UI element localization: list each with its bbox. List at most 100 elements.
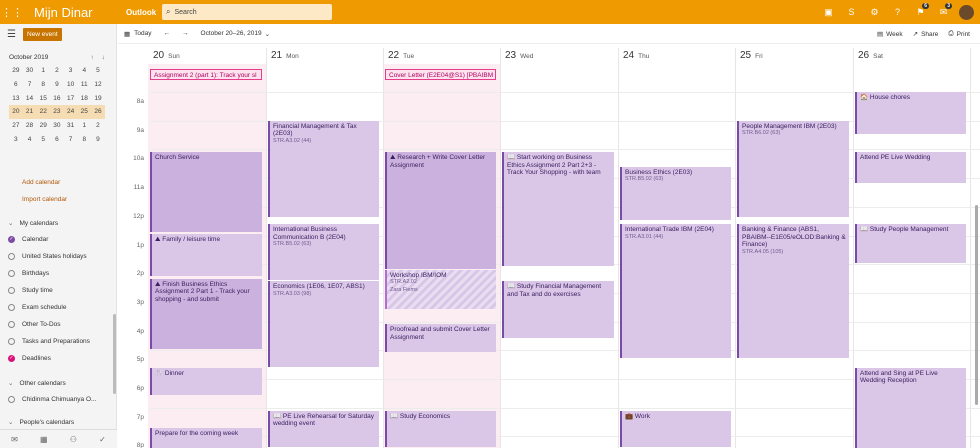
hamburger-icon[interactable]: ☰ — [7, 29, 16, 40]
mini-day[interactable]: 31 — [64, 122, 78, 129]
date-range[interactable]: October 20–26, 2019 — [201, 30, 262, 37]
todo-icon[interactable]: ✓ — [99, 435, 106, 444]
my-calendars-header[interactable]: ⌄ My calendars — [8, 219, 58, 227]
share-button[interactable]: Share — [921, 31, 938, 38]
calendar-event[interactable]: ⛰ Family / leisure time — [150, 234, 262, 277]
other-calendars-header[interactable]: ⌄ Other calendars — [8, 379, 66, 387]
calendar-item[interactable]: Other To-Dos — [8, 321, 61, 328]
calendar-event[interactable]: Church Service — [150, 152, 262, 232]
mini-day[interactable]: 29 — [36, 122, 50, 129]
calendar-event[interactable]: Attend and Sing at PE Live Wedding Recep… — [855, 367, 966, 448]
day-header[interactable]: 20 Sun — [153, 50, 180, 64]
import-calendar-link[interactable]: Import calendar — [22, 196, 67, 203]
mini-day[interactable]: 17 — [64, 95, 78, 102]
mini-day[interactable]: 22 — [36, 108, 50, 115]
calendar-item[interactable]: United States holidays — [8, 253, 87, 260]
new-event-button[interactable]: New event — [23, 28, 62, 41]
mini-day[interactable]: 23 — [50, 108, 64, 115]
day-header[interactable]: 22 Tue — [388, 50, 414, 64]
calendar-event[interactable]: People Management IBM (2E03) STR.B6.02 (6… — [737, 120, 849, 218]
mini-day[interactable]: 28 — [23, 122, 37, 129]
calendar-event[interactable]: ⛰ Finish Business Ethics Assignment 2 Pa… — [150, 278, 262, 350]
mini-day[interactable]: 3 — [9, 136, 23, 143]
calendar-toggle[interactable] — [8, 253, 15, 260]
calendar-toggle[interactable] — [8, 321, 15, 328]
calendar-event[interactable]: Attend PE Live Wedding — [855, 152, 966, 183]
calendar-event[interactable]: 📖 Start working on Business Ethics Assig… — [502, 152, 614, 267]
mini-day[interactable]: 12 — [91, 81, 105, 88]
settings-icon[interactable]: ⚙ — [863, 7, 886, 18]
calendar-event[interactable]: Financial Management & Tax (2E03) STR.A3.… — [268, 120, 379, 218]
meet-now-icon[interactable]: ▣ — [817, 7, 840, 18]
mini-day[interactable]: 5 — [36, 136, 50, 143]
calendar-toggle[interactable]: ✓ — [8, 236, 15, 243]
day-header[interactable]: 26 Sat — [858, 50, 883, 64]
calendar-item[interactable]: Study time — [8, 287, 53, 294]
calendar-toggle[interactable] — [8, 270, 15, 277]
mini-day[interactable]: 16 — [50, 95, 64, 102]
calendar-event[interactable]: 📖 Study People Management — [855, 224, 966, 264]
mini-day[interactable]: 4 — [77, 67, 91, 74]
day-header[interactable]: 24 Thu — [623, 50, 649, 64]
calendar-icon[interactable]: ▦ — [40, 435, 48, 444]
mini-day[interactable]: 11 — [77, 81, 91, 88]
view-switcher[interactable]: Week — [886, 31, 903, 38]
mini-day[interactable]: 1 — [77, 122, 91, 129]
mini-day[interactable]: 25 — [77, 108, 91, 115]
mini-day[interactable]: 5 — [91, 67, 105, 74]
mini-day[interactable]: 13 — [9, 95, 23, 102]
calendar-scrollbar[interactable] — [975, 205, 978, 405]
prev-month-icon[interactable]: ↑ — [91, 54, 94, 61]
calendar-event[interactable]: ⛰ Research + Write Cover Letter Assignme… — [385, 152, 496, 269]
prev-week-icon[interactable]: ← — [164, 30, 171, 37]
next-month-icon[interactable]: ↓ — [102, 54, 105, 61]
skype-icon[interactable]: S — [840, 7, 863, 17]
calendar-event[interactable]: Prepare for the coming week — [150, 427, 262, 448]
mini-day[interactable]: 24 — [64, 108, 78, 115]
calendar-event[interactable]: Banking & Finance (ABS1, PBAIBM--E1E05/e… — [737, 224, 849, 358]
mail-icon[interactable]: ✉ — [11, 435, 18, 444]
calendar-event[interactable]: Economics (1E06, 1E07, ABS1) STR.A3.03 (9… — [268, 281, 379, 367]
calendar-toggle[interactable]: ✓ — [8, 355, 15, 362]
mini-day[interactable]: 30 — [50, 122, 64, 129]
mini-day[interactable]: 30 — [23, 67, 37, 74]
allday-event[interactable]: Assignment 2 (part 1): Track your sl — [150, 69, 262, 80]
mini-day[interactable]: 9 — [50, 81, 64, 88]
calendar-toggle[interactable] — [8, 338, 15, 345]
peoples-calendars-header[interactable]: ⌄ People's calendars — [8, 418, 74, 426]
day-header[interactable]: 25 Fri — [740, 50, 763, 64]
mini-day[interactable]: 2 — [91, 122, 105, 129]
calendar-event[interactable]: 💼 Work — [620, 410, 731, 447]
mini-day[interactable]: 14 — [23, 95, 37, 102]
chevron-down-icon[interactable]: ⌄ — [265, 30, 270, 38]
app-launcher-icon[interactable]: ⋮⋮ — [0, 0, 24, 24]
calendar-event[interactable]: International Business Communication B (… — [268, 224, 379, 281]
whats-new-icon[interactable]: ⚑ 6 — [909, 2, 932, 18]
people-icon[interactable]: ⚇ — [70, 435, 77, 444]
calendar-event[interactable]: 📖 Study Financial Management and Tax and… — [502, 281, 614, 338]
mini-day[interactable]: 6 — [9, 81, 23, 88]
mini-day[interactable]: 1 — [36, 67, 50, 74]
mini-day[interactable]: 10 — [64, 81, 78, 88]
mini-day[interactable]: 15 — [36, 95, 50, 102]
product-name[interactable]: Outlook — [126, 8, 162, 17]
calendar-item[interactable]: ✓ Deadlines — [8, 355, 51, 362]
search-input[interactable]: ⌕ Search — [162, 4, 332, 20]
allday-event[interactable]: Cover Letter (E2E04@S1) [PBAIBM — [385, 69, 496, 80]
calendar-event[interactable]: 🏠 House chores — [855, 92, 966, 135]
mini-day[interactable]: 8 — [77, 136, 91, 143]
calendar-item[interactable]: Birthdays — [8, 270, 49, 277]
calendar-toggle[interactable] — [8, 304, 15, 311]
avatar[interactable] — [959, 4, 974, 20]
day-header[interactable]: 23 Wed — [505, 50, 533, 64]
mini-day[interactable]: 6 — [50, 136, 64, 143]
next-week-icon[interactable]: → — [182, 30, 189, 37]
mini-day[interactable]: 9 — [91, 136, 105, 143]
add-calendar-link[interactable]: Add calendar — [22, 179, 60, 186]
calendar-event[interactable]: 🍴 Dinner — [150, 367, 262, 396]
calendar-event[interactable]: 📖 Study Economics — [385, 410, 496, 447]
left-scrollbar[interactable] — [113, 314, 116, 394]
day-header[interactable]: 21 Mon — [271, 50, 299, 64]
calendar-toggle[interactable] — [8, 396, 15, 403]
calendar-event[interactable]: Workshop IBM/IOM STR.A2.02 Zara Fiems — [385, 269, 496, 310]
